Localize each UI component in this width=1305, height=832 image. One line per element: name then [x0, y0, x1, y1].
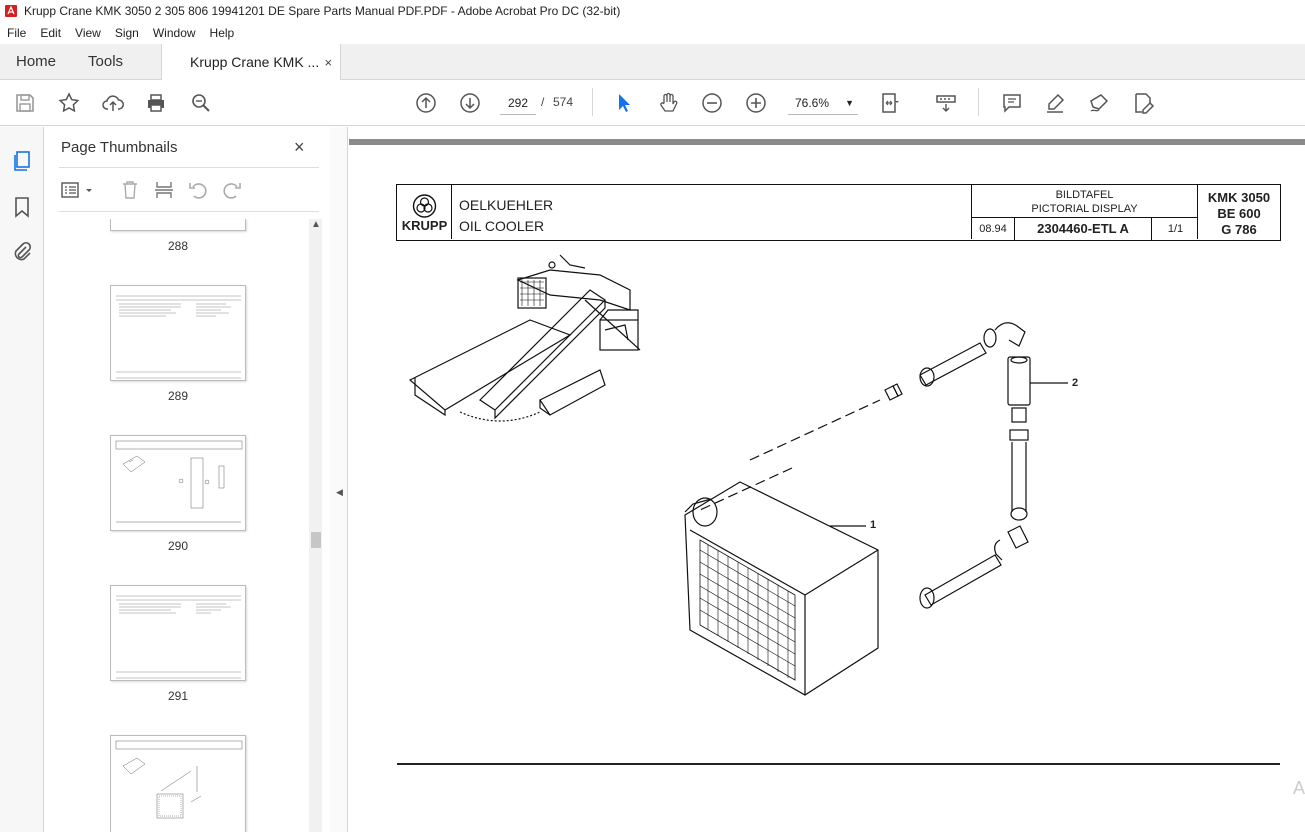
pictorial-display-label: PICTORIAL DISPLAY: [1031, 203, 1138, 215]
be-label: BE 600: [1217, 206, 1261, 221]
page-thumbnails-icon[interactable]: [10, 149, 34, 173]
select-cursor-icon[interactable]: [611, 90, 637, 116]
panel-collapse-bar[interactable]: ◀: [330, 127, 348, 832]
acrobat-icon: [5, 5, 17, 17]
date-cell: 08.94: [972, 218, 1015, 240]
bildtafel-label: BILDTAFEL: [1055, 189, 1114, 201]
tab-close-icon[interactable]: ×: [324, 55, 332, 70]
oil-cooler-drawing: [408, 254, 1068, 696]
close-icon[interactable]: ×: [294, 137, 305, 158]
zoom-out-icon[interactable]: [699, 90, 725, 116]
part-number-cell: 2304460-ETL A: [1015, 218, 1152, 240]
watermark-text: A: [1293, 778, 1305, 798]
part-info-row: 08.94 2304460-ETL A 1/1: [972, 217, 1197, 240]
scroll-mode-icon[interactable]: [933, 90, 959, 116]
model-label: KMK 3050: [1207, 190, 1271, 205]
oil-cooler-unit: [684, 481, 879, 696]
panel-divider: [59, 211, 319, 212]
scroll-up-icon[interactable]: ▲: [311, 219, 321, 230]
sheet-cell: 1/1: [1167, 223, 1184, 235]
highlight-icon[interactable]: [1042, 90, 1068, 116]
title-english: OIL COOLER: [459, 218, 545, 234]
callout-1: 1: [870, 519, 877, 531]
hose-assembly: [884, 322, 1031, 609]
zoom-in-icon[interactable]: [743, 90, 769, 116]
thumbnail-label: 291: [167, 689, 189, 703]
crane-overview: [408, 254, 641, 422]
panel-divider: [59, 167, 319, 168]
page-total: 574: [553, 95, 574, 109]
menu-help[interactable]: Help: [203, 26, 242, 40]
edit-pdf-icon[interactable]: [1130, 90, 1156, 116]
zoom-level-select[interactable]: 76.6% ▼: [788, 91, 858, 115]
thumbnail-page[interactable]: [110, 219, 246, 231]
thumbnail-label: 289: [167, 389, 189, 403]
attachment-icon[interactable]: [10, 240, 34, 264]
print-icon[interactable]: [143, 90, 169, 116]
menu-bar: File Edit View Sign Window Help: [0, 22, 1305, 44]
tab-document-label: Krupp Crane KMK ...: [190, 54, 320, 70]
g-label: G 786: [1221, 222, 1257, 237]
thumbnail-page-current[interactable]: [110, 735, 246, 832]
thumbnail-label: 290: [167, 539, 189, 553]
toolbar-divider: [978, 88, 979, 116]
rotate-right-icon[interactable]: [221, 179, 243, 201]
sign-pen-icon[interactable]: [1086, 90, 1112, 116]
tab-bar: Home Tools Krupp Crane KMK ... ×: [0, 44, 1305, 80]
search-zoom-icon[interactable]: [188, 90, 214, 116]
krupp-logo: KRUPP: [397, 185, 452, 239]
thumbnail-label: 288: [167, 239, 189, 253]
krupp-logo-text: KRUPP: [401, 218, 448, 233]
delete-icon[interactable]: [119, 179, 141, 201]
scrollbar-thumb[interactable]: [311, 532, 321, 548]
page-separator: /: [541, 95, 545, 109]
hand-tool-icon[interactable]: [655, 90, 681, 116]
star-icon[interactable]: [56, 90, 82, 116]
title-german: OELKUEHLER: [459, 197, 554, 213]
tab-tools[interactable]: Tools: [72, 44, 139, 79]
callout-2: 2: [1072, 377, 1079, 389]
window-title: Krupp Crane KMK 3050 2 305 806 19941201 …: [24, 4, 621, 18]
title-bar: Krupp Crane KMK 3050 2 305 806 19941201 …: [0, 0, 1305, 22]
chevron-down-icon: ▼: [845, 98, 854, 108]
thumbnails-panel: Page Thumbnails × 288 289 290 291 ▲: [45, 127, 330, 832]
toolbar-divider: [592, 88, 593, 116]
page-bottom-rule: [397, 763, 1280, 765]
panel-title: Page Thumbnails: [61, 139, 178, 156]
thumbnail-page[interactable]: [110, 285, 246, 381]
bookmark-icon[interactable]: [10, 195, 34, 219]
page-down-icon[interactable]: [457, 90, 483, 116]
pictorial-block: BILDTAFEL PICTORIAL DISPLAY 08.94 230446…: [971, 185, 1198, 240]
page-number-input[interactable]: 292: [500, 91, 536, 115]
menu-edit[interactable]: Edit: [33, 26, 68, 40]
menu-view[interactable]: View: [68, 26, 108, 40]
save-icon[interactable]: [12, 90, 38, 116]
menu-sign[interactable]: Sign: [108, 26, 146, 40]
page-top-border: [349, 139, 1305, 145]
thumbnail-options-icon[interactable]: [61, 179, 95, 201]
thumbnail-scrollbar[interactable]: [309, 219, 322, 832]
menu-window[interactable]: Window: [146, 26, 203, 40]
fit-page-icon[interactable]: [877, 90, 903, 116]
thumbnail-page[interactable]: [110, 585, 246, 681]
comment-icon[interactable]: [999, 90, 1025, 116]
left-rail: [0, 127, 44, 832]
drawing-title-block: KRUPP OELKUEHLER OIL COOLER BILDTAFEL PI…: [396, 184, 1281, 241]
menu-file[interactable]: File: [0, 26, 33, 40]
page-up-icon[interactable]: [413, 90, 439, 116]
collapse-left-icon[interactable]: ◀: [336, 487, 343, 498]
zoom-level-value: 76.6%: [795, 96, 830, 110]
thumbnail-page[interactable]: [110, 435, 246, 531]
extract-pages-icon[interactable]: [153, 179, 175, 201]
upload-cloud-icon[interactable]: [100, 90, 126, 116]
tab-home[interactable]: Home: [0, 44, 72, 79]
model-block: KMK 3050 BE 600 G 786: [1199, 185, 1279, 238]
rotate-left-icon[interactable]: [187, 179, 209, 201]
tab-document[interactable]: Krupp Crane KMK ... ×: [161, 44, 342, 80]
